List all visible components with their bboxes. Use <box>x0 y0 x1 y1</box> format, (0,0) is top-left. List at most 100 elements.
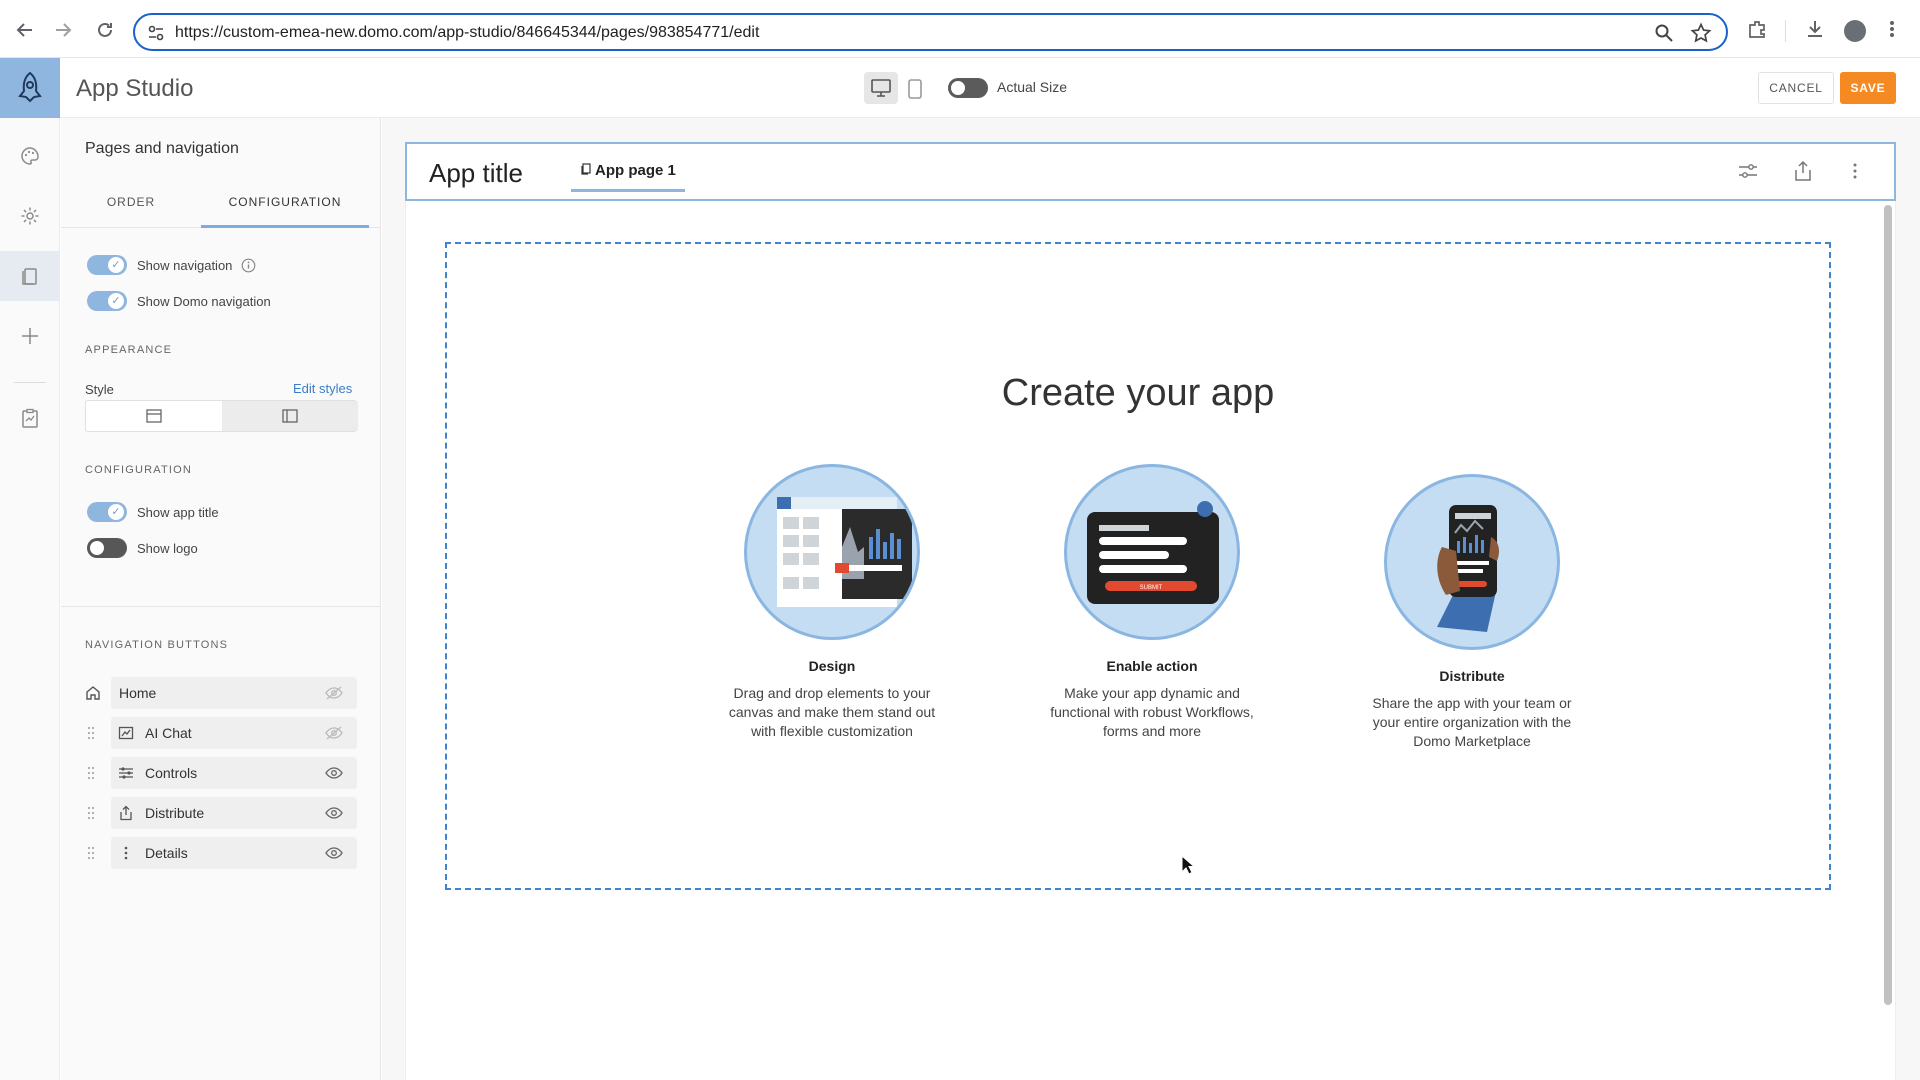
mobile-view-button[interactable] <box>905 72 925 104</box>
show-logo-label: Show logo <box>137 541 198 556</box>
bookmark-star-icon[interactable] <box>1690 22 1712 44</box>
nav-button-label: Distribute <box>145 805 205 821</box>
feature-enable-action: SUBMIT Enable action Make your app dynam… <box>1047 464 1257 741</box>
style-label: Style <box>85 382 114 397</box>
nav-button-label: AI Chat <box>145 725 192 741</box>
save-button[interactable]: SAVE <box>1840 72 1896 104</box>
profile-avatar[interactable] <box>1844 20 1866 42</box>
drag-handle-icon[interactable] <box>87 766 95 780</box>
more-vertical-icon[interactable] <box>1852 162 1858 180</box>
nav-button-home[interactable]: Home <box>111 677 357 709</box>
actual-size-toggle[interactable] <box>948 78 988 98</box>
gear-icon <box>21 207 39 225</box>
rail-item-add[interactable] <box>0 311 60 361</box>
eye-off-icon[interactable] <box>325 726 343 740</box>
url-text[interactable]: https://custom-emea-new.domo.com/app-stu… <box>175 24 759 42</box>
panel-tabs: ORDER CONFIGURATION <box>61 178 381 228</box>
show-domo-navigation-row: Show Domo navigation <box>87 291 367 313</box>
rail-divider <box>14 382 46 383</box>
page-tab-app-page-1[interactable]: App page 1 <box>571 148 685 192</box>
page-tab-label: App page 1 <box>595 162 676 179</box>
app-name: App Studio <box>76 75 194 102</box>
style-option-side-nav[interactable] <box>222 401 358 431</box>
nav-button-label: Home <box>119 685 157 701</box>
palette-icon <box>21 147 39 165</box>
mouse-cursor <box>1181 855 1195 875</box>
drop-zone[interactable]: Create your app Design Drag and drop ele… <box>445 242 1831 890</box>
style-option-top-nav[interactable] <box>86 401 222 431</box>
drag-handle-icon[interactable] <box>87 726 95 740</box>
appearance-heading: APPEARANCE <box>85 344 173 356</box>
rail-item-clipboard[interactable] <box>0 393 60 443</box>
show-navigation-toggle[interactable] <box>87 255 127 275</box>
show-app-title-row: Show app title <box>87 502 367 524</box>
show-navigation-row: Show navigation <box>87 255 367 277</box>
app-studio-logo[interactable] <box>0 58 60 118</box>
pages-icon <box>22 268 37 285</box>
eye-icon[interactable] <box>325 806 343 820</box>
zoom-icon[interactable] <box>1654 23 1674 43</box>
nav-button-controls[interactable]: Controls <box>111 757 357 789</box>
feature-description: Drag and drop elements to your canvas an… <box>728 685 936 739</box>
drag-handle-icon[interactable] <box>87 846 95 860</box>
tab-order[interactable]: ORDER <box>61 178 201 228</box>
layout-top-icon <box>146 409 162 423</box>
pages-navigation-panel: Pages and navigation ORDER CONFIGURATION… <box>61 118 381 1080</box>
ai-chat-icon <box>118 725 134 741</box>
toolbar-divider <box>1785 20 1786 42</box>
show-logo-toggle[interactable] <box>87 538 127 558</box>
rail-item-pages[interactable] <box>0 251 60 301</box>
site-settings-icon[interactable] <box>147 24 165 42</box>
desktop-view-button[interactable] <box>864 72 898 104</box>
nav-button-details[interactable]: Details <box>111 837 357 869</box>
style-selector <box>85 400 358 432</box>
feature-description: Make your app dynamic and functional wit… <box>1050 685 1254 739</box>
rail-item-settings[interactable] <box>0 191 60 241</box>
show-app-title-label: Show app title <box>137 505 219 520</box>
home-icon <box>85 685 101 701</box>
show-app-title-toggle[interactable] <box>87 502 127 522</box>
cancel-button[interactable]: CANCEL <box>1758 72 1834 104</box>
app-header: App Studio Actual Size CANCEL SAVE <box>0 58 1920 118</box>
nav-button-ai-chat[interactable]: AI Chat <box>111 717 357 749</box>
feature-distribute: Distribute Share the app with your team … <box>1367 474 1577 751</box>
app-title[interactable]: App title <box>429 158 523 189</box>
tab-configuration[interactable]: CONFIGURATION <box>201 178 369 228</box>
drag-handle-icon[interactable] <box>87 806 95 820</box>
edit-styles-link[interactable]: Edit styles <box>293 381 352 396</box>
nav-button-label: Details <box>145 845 188 861</box>
rail-item-themes[interactable] <box>0 131 60 181</box>
show-domo-navigation-label: Show Domo navigation <box>137 294 271 309</box>
eye-icon[interactable] <box>325 766 343 780</box>
show-navigation-label: Show navigation <box>137 258 233 273</box>
show-domo-navigation-toggle[interactable] <box>87 291 127 311</box>
extensions-icon[interactable] <box>1746 18 1768 40</box>
page-icon <box>581 163 591 175</box>
download-icon[interactable] <box>1804 18 1826 40</box>
feature-title: Enable action <box>1106 658 1198 674</box>
left-rail <box>0 118 60 1080</box>
distribute-illustration <box>1384 474 1560 650</box>
eye-icon[interactable] <box>325 846 343 860</box>
submit-text: SUBMIT <box>1140 585 1163 591</box>
layout-side-icon <box>282 409 298 423</box>
forward-icon[interactable] <box>52 19 74 41</box>
sliders-icon[interactable] <box>1738 162 1758 180</box>
share-icon[interactable] <box>1794 160 1812 182</box>
more-vertical-icon <box>118 845 134 861</box>
rocket-icon <box>18 71 42 103</box>
eye-off-icon[interactable] <box>325 686 343 700</box>
reload-icon[interactable] <box>94 19 116 41</box>
desktop-icon <box>871 79 891 97</box>
address-bar[interactable]: https://custom-emea-new.domo.com/app-stu… <box>133 13 1728 51</box>
configuration-heading: CONFIGURATION <box>85 464 193 476</box>
nav-button-distribute[interactable]: Distribute <box>111 797 357 829</box>
plus-icon <box>22 328 38 344</box>
panel-title: Pages and navigation <box>85 140 239 157</box>
feature-title: Design <box>808 658 856 674</box>
canvas-scrollbar[interactable] <box>1884 205 1892 1005</box>
info-icon[interactable] <box>241 258 256 273</box>
clipboard-icon <box>22 408 38 428</box>
browser-menu-icon[interactable] <box>1888 18 1896 40</box>
back-icon[interactable] <box>14 19 36 41</box>
